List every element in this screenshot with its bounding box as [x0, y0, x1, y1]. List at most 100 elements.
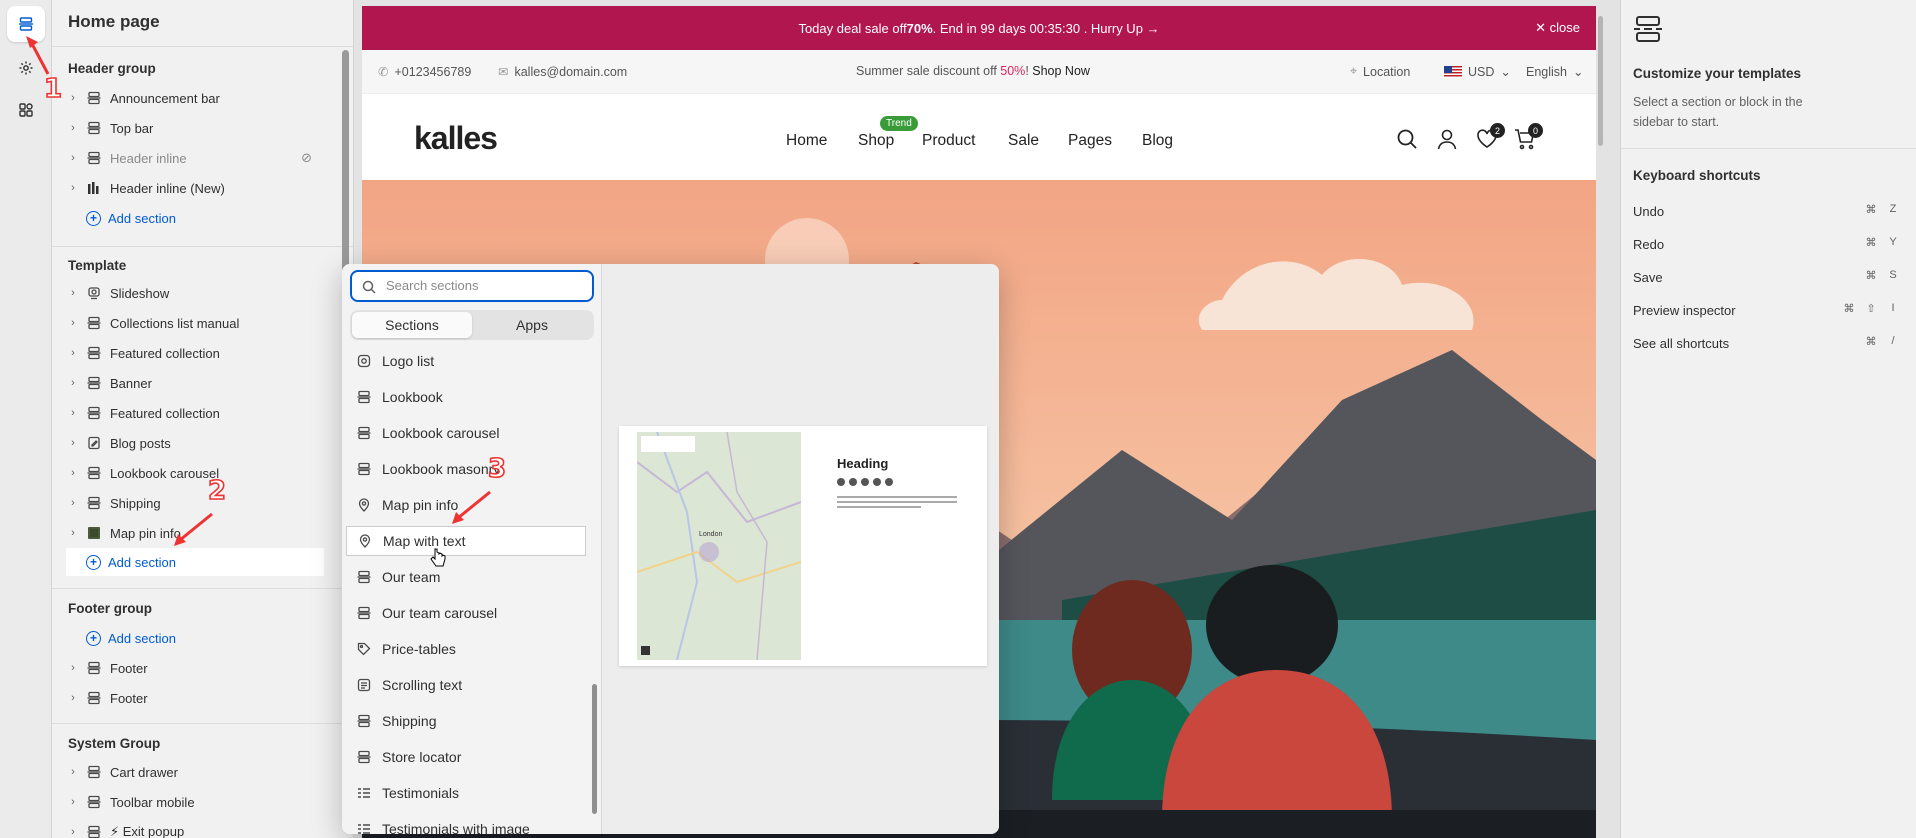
phone-contact[interactable]: ✆ +0123456789 [378, 64, 471, 80]
cart-icon[interactable]: 0 [1514, 123, 1543, 153]
language-selector[interactable]: English ⌄ [1526, 64, 1584, 80]
sidebar-section-item[interactable]: › Banner [66, 370, 322, 396]
sidebar-section-item[interactable]: › Announcement bar [66, 85, 322, 111]
nav-link[interactable]: Pages [1068, 132, 1112, 150]
section-option-label: Map with text [383, 533, 466, 549]
hand-cursor-icon [430, 548, 446, 567]
nav-link[interactable]: Sale [1008, 132, 1039, 150]
eye-off-icon[interactable]: ⊘ [301, 150, 312, 166]
section-option[interactable]: Testimonials with image [346, 814, 586, 834]
tab-sections[interactable]: Sections [352, 312, 472, 338]
search-sections-field[interactable] [350, 270, 594, 302]
nav-link[interactable]: Home [786, 132, 827, 150]
section-icon [356, 389, 372, 405]
footer-add-section-button[interactable]: + Add section [66, 624, 176, 652]
chevron-right-icon[interactable]: › [66, 407, 80, 419]
sidebar-section-item[interactable]: › Lookbook carousel [66, 460, 322, 486]
nav-link[interactable]: Product [922, 132, 975, 150]
shortcut-label: See all shortcuts [1633, 336, 1730, 351]
section-icon [86, 405, 102, 421]
sidebar-item-label: Top bar [110, 120, 154, 136]
chevron-right-icon[interactable]: › [66, 437, 80, 449]
social-icons [837, 478, 893, 486]
email-contact[interactable]: ✉ kalles@domain.com [498, 64, 627, 80]
sidebar-section-item[interactable]: › Cart drawer [66, 759, 322, 785]
sidebar-item-label: Footer [110, 690, 148, 706]
nav-link[interactable]: Blog [1142, 132, 1173, 150]
section-option[interactable]: Shipping [346, 706, 586, 736]
search-icon[interactable] [1396, 128, 1418, 153]
sidebar-scrollbar[interactable] [342, 50, 349, 286]
account-icon[interactable] [1436, 128, 1458, 153]
sidebar-section-item[interactable]: › Featured collection [66, 340, 322, 366]
section-option[interactable]: Price-tables [346, 634, 586, 664]
chevron-right-icon[interactable]: › [66, 796, 80, 808]
currency-selector[interactable]: USD ⌄ [1444, 64, 1511, 79]
chevron-right-icon[interactable]: › [66, 152, 80, 164]
location-link[interactable]: ⌖ Location [1350, 64, 1410, 79]
store-logo[interactable]: kalles [414, 120, 498, 157]
sidebar-section-item[interactable]: › Blog posts [66, 430, 322, 456]
section-option[interactable]: Our team carousel [346, 598, 586, 628]
phone-icon: ✆ [378, 65, 389, 79]
section-option[interactable]: Map with text [346, 526, 586, 556]
chevron-down-icon: ⌄ [1573, 65, 1584, 79]
section-option-label: Scrolling text [382, 677, 463, 693]
sidebar-section-item[interactable]: › Header inline ⊘ [66, 145, 322, 171]
sidebar-item-label: Banner [110, 375, 152, 391]
section-option[interactable]: Lookbook [346, 382, 586, 412]
section-icon [86, 824, 102, 838]
tab-apps[interactable]: Apps [472, 312, 592, 338]
section-icon [86, 690, 102, 706]
chevron-right-icon[interactable]: › [66, 317, 80, 329]
sidebar-section-item[interactable]: › Header inline (New) [66, 175, 322, 201]
template-add-section-button[interactable]: + Add section [66, 548, 324, 576]
sidebar-section-item[interactable]: › Footer [66, 655, 322, 681]
inspector-title: Customize your templates [1633, 66, 1802, 81]
chevron-right-icon[interactable]: › [66, 287, 80, 299]
section-option-label: Logo list [382, 353, 435, 369]
sidebar-section-item[interactable]: › Top bar [66, 115, 322, 141]
sidebar-section-item[interactable]: › Featured collection [66, 400, 322, 426]
chevron-right-icon[interactable]: › [66, 92, 80, 104]
chevron-right-icon[interactable]: › [66, 826, 80, 838]
header-add-section-button[interactable]: + Add section [66, 204, 176, 232]
chevron-right-icon[interactable]: › [66, 467, 80, 479]
shortcuts-heading: Keyboard shortcuts [1633, 168, 1761, 183]
chevron-right-icon[interactable]: › [66, 662, 80, 674]
shortcut-row[interactable]: See all shortcuts ⌘ / [1633, 335, 1909, 351]
sidebar-section-item[interactable]: › Collections list manual [66, 310, 322, 336]
section-option[interactable]: Scrolling text [346, 670, 586, 700]
section-option[interactable]: Logo list [346, 346, 586, 376]
chevron-right-icon[interactable]: › [66, 527, 80, 539]
trend-badge: Trend [880, 116, 918, 131]
section-option[interactable]: Lookbook masonry [346, 454, 586, 484]
wishlist-icon[interactable]: 2 [1476, 123, 1505, 153]
sidebar-section-item[interactable]: › Slideshow [66, 280, 322, 306]
sidebar-section-item[interactable]: › ⚡ Exit popup [66, 819, 322, 838]
chevron-right-icon[interactable]: › [66, 766, 80, 778]
sidebar-section-item[interactable]: › Toolbar mobile [66, 789, 322, 815]
nav-link[interactable]: Shop [858, 132, 894, 150]
chevron-right-icon[interactable]: › [66, 497, 80, 509]
picker-scrollbar[interactable] [592, 684, 597, 814]
chevron-right-icon[interactable]: › [66, 347, 80, 359]
section-option-label: Testimonials with image [382, 821, 530, 834]
section-option-label: Map pin info [382, 497, 459, 513]
section-option[interactable]: Store locator [346, 742, 586, 772]
apps-nav-button[interactable] [7, 92, 45, 128]
chevron-right-icon[interactable]: › [66, 122, 80, 134]
section-option[interactable]: Lookbook carousel [346, 418, 586, 448]
announcement-close-button[interactable]: ✕ close [1535, 20, 1580, 36]
inspector-description: Select a section or block in the sidebar… [1633, 95, 1803, 129]
chevron-right-icon[interactable]: › [66, 377, 80, 389]
preview-scrollbar[interactable] [1598, 16, 1603, 146]
search-sections-input[interactable] [386, 278, 586, 293]
section-option-label: Lookbook [382, 389, 443, 405]
chevron-right-icon[interactable]: › [66, 182, 80, 194]
shop-now-link[interactable]: Shop Now [1032, 64, 1090, 78]
section-option[interactable]: Our team [346, 562, 586, 592]
sidebar-section-item[interactable]: › Footer [66, 685, 322, 711]
chevron-right-icon[interactable]: › [66, 692, 80, 704]
section-option[interactable]: Testimonials [346, 778, 586, 808]
